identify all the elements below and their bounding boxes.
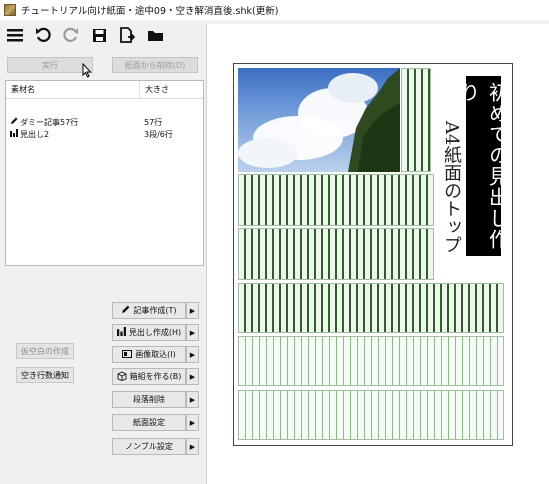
execute-button[interactable]: 実行 xyxy=(7,57,93,73)
create-article-arrow[interactable]: ▶ xyxy=(186,302,199,319)
button-label: 紙面設定 xyxy=(133,418,165,427)
redo-icon[interactable] xyxy=(62,26,80,44)
import-image-arrow[interactable]: ▶ xyxy=(186,346,199,363)
export-icon[interactable] xyxy=(118,26,136,44)
list-item[interactable]: 見出し2 3段/6行 xyxy=(6,128,203,140)
button-label: 記事作成(T) xyxy=(133,306,177,315)
create-headline-button[interactable]: 見出し作成(H) xyxy=(112,324,186,341)
material-list[interactable]: 素材名 大きさ ダミー記事57行 57行 見出し2 3段/6行 xyxy=(5,80,204,266)
box-icon xyxy=(117,370,127,383)
toolbar xyxy=(0,22,200,48)
sky-photo[interactable] xyxy=(238,68,400,172)
delete-paragraph-arrow[interactable]: ▶ xyxy=(186,391,199,408)
button-label: 画像取込(I) xyxy=(135,350,176,359)
folder-icon[interactable] xyxy=(146,26,164,44)
page-subheadline[interactable]: A4紙面のトップ xyxy=(434,119,464,269)
page-headline[interactable]: 初めての見出し作り xyxy=(457,76,510,256)
import-image-button[interactable]: 画像取込(I) xyxy=(112,346,186,363)
pencil-icon xyxy=(121,305,130,316)
delete-paragraph-button[interactable]: 段落削除 xyxy=(112,391,186,408)
pencil-icon xyxy=(10,117,18,127)
app-icon xyxy=(4,4,16,16)
page-canvas[interactable]: 初めての見出し作り A4紙面のトップ xyxy=(206,24,549,484)
image-icon xyxy=(122,349,133,360)
save-icon[interactable] xyxy=(90,26,108,44)
undo-icon[interactable] xyxy=(34,26,52,44)
list-item-size: 57行 xyxy=(144,117,163,127)
button-label: 見出し作成(H) xyxy=(128,328,182,337)
page-number-settings-arrow[interactable]: ▶ xyxy=(186,438,199,455)
page-number-settings-button[interactable]: ノンブル設定 xyxy=(112,438,186,455)
list-item-size: 3段/6行 xyxy=(144,129,173,139)
list-item[interactable]: ダミー記事57行 57行 xyxy=(6,116,203,128)
window-title: チュートリアル向け紙面・途中09・空き解消直後.shk(更新) xyxy=(21,6,279,17)
list-item-name: 見出し2 xyxy=(20,129,50,139)
mouse-cursor-icon xyxy=(82,62,92,81)
notify-blank-lines-button[interactable]: 空き行数通知 xyxy=(16,367,74,383)
list-item-name: ダミー記事57行 xyxy=(20,117,79,127)
create-box-button[interactable]: 箱組を作る(B) xyxy=(112,368,186,385)
page-settings-button[interactable]: 紙面設定 xyxy=(112,414,186,431)
create-fake-blank-button[interactable]: 仮空白の作成 xyxy=(16,343,74,359)
create-headline-arrow[interactable]: ▶ xyxy=(186,324,199,341)
list-header: 素材名 大きさ xyxy=(6,81,203,99)
column-name-header[interactable]: 素材名 xyxy=(6,84,139,95)
window-title-bar: チュートリアル向け紙面・途中09・空き解消直後.shk(更新) xyxy=(0,0,549,20)
newspaper-page[interactable]: 初めての見出し作り A4紙面のトップ xyxy=(233,63,513,446)
button-label: ノンブル設定 xyxy=(125,442,173,451)
button-label: 箱組を作る(B) xyxy=(129,372,182,381)
page-settings-arrow[interactable]: ▶ xyxy=(186,414,199,431)
headline-icon xyxy=(10,129,18,139)
headline-icon xyxy=(116,327,126,338)
create-article-button[interactable]: 記事作成(T) xyxy=(112,302,186,319)
remove-from-page-button[interactable]: 紙面から削除(D) xyxy=(112,57,198,73)
menu-icon[interactable] xyxy=(6,26,24,44)
create-box-arrow[interactable]: ▶ xyxy=(186,368,199,385)
column-size-header[interactable]: 大きさ xyxy=(139,81,197,98)
button-label: 段落削除 xyxy=(133,395,165,404)
